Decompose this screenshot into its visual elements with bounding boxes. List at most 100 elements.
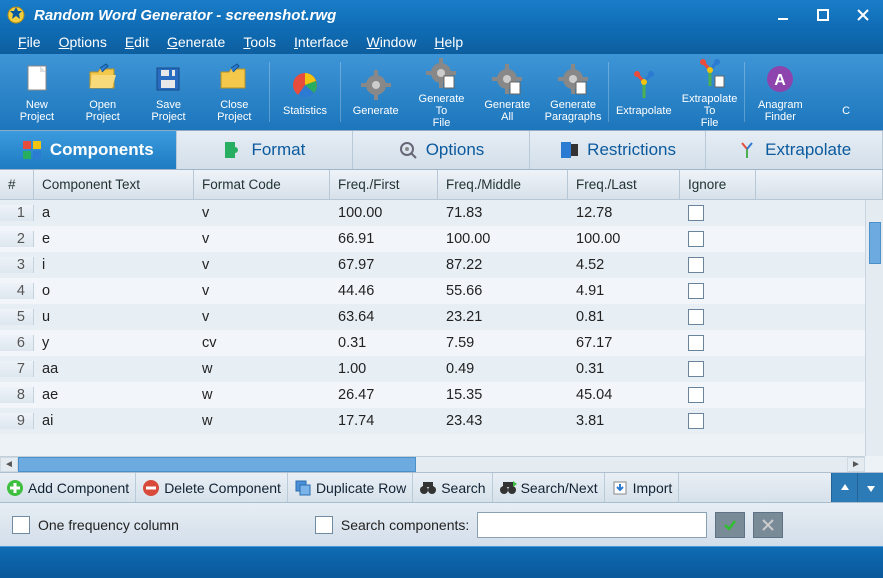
cell-format-code[interactable]: v — [194, 205, 330, 221]
table-row[interactable]: 1av100.0071.8312.78 — [0, 200, 883, 226]
cell-ignore[interactable] — [680, 309, 756, 325]
column-header[interactable]: Freq./First — [330, 170, 438, 199]
toolbar-new-project[interactable]: NewProject — [4, 56, 70, 128]
search-components-checkbox[interactable] — [315, 516, 333, 534]
vertical-scrollbar[interactable] — [865, 200, 883, 456]
menu-edit[interactable]: Edit — [117, 32, 157, 52]
ignore-checkbox[interactable] — [688, 413, 704, 429]
cell-ignore[interactable] — [680, 283, 756, 299]
action-add-component[interactable]: Add Component — [0, 473, 136, 502]
cell-freq-first[interactable]: 26.47 — [330, 387, 438, 403]
search-clear-button[interactable] — [753, 512, 783, 538]
cell-component-text[interactable]: y — [34, 335, 194, 351]
toolbar-generate-paragraphs[interactable]: GenerateParagraphs — [540, 56, 606, 128]
cell-component-text[interactable]: ai — [34, 413, 194, 429]
cell-format-code[interactable]: v — [194, 309, 330, 325]
ignore-checkbox[interactable] — [688, 387, 704, 403]
action-import[interactable]: Import — [605, 473, 680, 502]
cell-component-text[interactable]: o — [34, 283, 194, 299]
menu-help[interactable]: Help — [426, 32, 471, 52]
menu-options[interactable]: Options — [51, 32, 115, 52]
cell-component-text[interactable]: i — [34, 257, 194, 273]
cell-component-text[interactable]: e — [34, 231, 194, 247]
cell-freq-first[interactable]: 66.91 — [330, 231, 438, 247]
cell-freq-last[interactable]: 45.04 — [568, 387, 680, 403]
cell-freq-first[interactable]: 44.46 — [330, 283, 438, 299]
cell-freq-last[interactable]: 0.31 — [568, 361, 680, 377]
table-row[interactable]: 9aiw17.7423.433.81 — [0, 408, 883, 434]
cell-freq-middle[interactable]: 71.83 — [438, 205, 568, 221]
column-header[interactable]: Ignore — [680, 170, 756, 199]
cell-freq-first[interactable]: 1.00 — [330, 361, 438, 377]
cell-ignore[interactable] — [680, 231, 756, 247]
table-row[interactable]: 8aew26.4715.3545.04 — [0, 382, 883, 408]
cell-freq-middle[interactable]: 0.49 — [438, 361, 568, 377]
ignore-checkbox[interactable] — [688, 257, 704, 273]
toolbar-extrapolate-to-file[interactable]: ExtrapolateToFile — [677, 56, 743, 128]
cell-format-code[interactable]: v — [194, 231, 330, 247]
column-header[interactable]: Format Code — [194, 170, 330, 199]
toolbar-c[interactable]: C — [813, 56, 879, 128]
cell-ignore[interactable] — [680, 205, 756, 221]
ignore-checkbox[interactable] — [688, 335, 704, 351]
cell-freq-last[interactable]: 67.17 — [568, 335, 680, 351]
scroll-thumb[interactable] — [869, 222, 881, 264]
menu-interface[interactable]: Interface — [286, 32, 356, 52]
toolbar-save-project[interactable]: SaveProject — [136, 56, 202, 128]
cell-component-text[interactable]: aa — [34, 361, 194, 377]
tab-format[interactable]: Format — [177, 131, 354, 169]
table-row[interactable]: 6ycv0.317.5967.17 — [0, 330, 883, 356]
action-delete-component[interactable]: Delete Component — [136, 473, 288, 502]
action-search-next[interactable]: Search/Next — [493, 473, 605, 502]
search-confirm-button[interactable] — [715, 512, 745, 538]
column-header[interactable]: # — [0, 170, 34, 199]
cell-format-code[interactable]: cv — [194, 335, 330, 351]
cell-component-text[interactable]: a — [34, 205, 194, 221]
table-row[interactable]: 7aaw1.000.490.31 — [0, 356, 883, 382]
ignore-checkbox[interactable] — [688, 283, 704, 299]
cell-freq-first[interactable]: 17.74 — [330, 413, 438, 429]
cell-freq-middle[interactable]: 100.00 — [438, 231, 568, 247]
search-input[interactable] — [477, 512, 707, 538]
toolbar-extrapolate[interactable]: Extrapolate — [611, 56, 677, 128]
toolbar-generate-to-file[interactable]: GenerateToFile — [409, 56, 475, 128]
menu-generate[interactable]: Generate — [159, 32, 233, 52]
cell-component-text[interactable]: ae — [34, 387, 194, 403]
cell-freq-last[interactable]: 3.81 — [568, 413, 680, 429]
cell-freq-last[interactable]: 12.78 — [568, 205, 680, 221]
tab-restrictions[interactable]: Restrictions — [530, 131, 707, 169]
move-up-button[interactable] — [831, 473, 857, 502]
menu-tools[interactable]: Tools — [235, 32, 284, 52]
one-frequency-checkbox[interactable] — [12, 516, 30, 534]
cell-freq-middle[interactable]: 87.22 — [438, 257, 568, 273]
toolbar-anagram-finder[interactable]: AAnagramFinder — [747, 56, 813, 128]
ignore-checkbox[interactable] — [688, 361, 704, 377]
toolbar-close-project[interactable]: CloseProject — [201, 56, 267, 128]
action-duplicate-row[interactable]: Duplicate Row — [288, 473, 413, 502]
cell-ignore[interactable] — [680, 387, 756, 403]
column-header[interactable]: Component Text — [34, 170, 194, 199]
cell-freq-last[interactable]: 4.91 — [568, 283, 680, 299]
tab-extrapolate[interactable]: Extrapolate — [706, 131, 883, 169]
cell-freq-middle[interactable]: 55.66 — [438, 283, 568, 299]
table-row[interactable]: 5uv63.6423.210.81 — [0, 304, 883, 330]
cell-ignore[interactable] — [680, 361, 756, 377]
move-down-button[interactable] — [857, 473, 883, 502]
menu-file[interactable]: File — [10, 32, 49, 52]
table-row[interactable]: 2ev66.91100.00100.00 — [0, 226, 883, 252]
scroll-right-icon[interactable]: ► — [847, 457, 865, 472]
menu-window[interactable]: Window — [359, 32, 425, 52]
cell-freq-middle[interactable]: 23.43 — [438, 413, 568, 429]
table-row[interactable]: 4ov44.4655.664.91 — [0, 278, 883, 304]
cell-freq-middle[interactable]: 15.35 — [438, 387, 568, 403]
action-search[interactable]: Search — [413, 473, 492, 502]
cell-component-text[interactable]: u — [34, 309, 194, 325]
tab-options[interactable]: Options — [353, 131, 530, 169]
scroll-thumb[interactable] — [18, 457, 416, 472]
toolbar-statistics[interactable]: Statistics — [272, 56, 338, 128]
ignore-checkbox[interactable] — [688, 231, 704, 247]
cell-format-code[interactable]: v — [194, 283, 330, 299]
cell-freq-first[interactable]: 63.64 — [330, 309, 438, 325]
cell-freq-last[interactable]: 100.00 — [568, 231, 680, 247]
cell-ignore[interactable] — [680, 257, 756, 273]
